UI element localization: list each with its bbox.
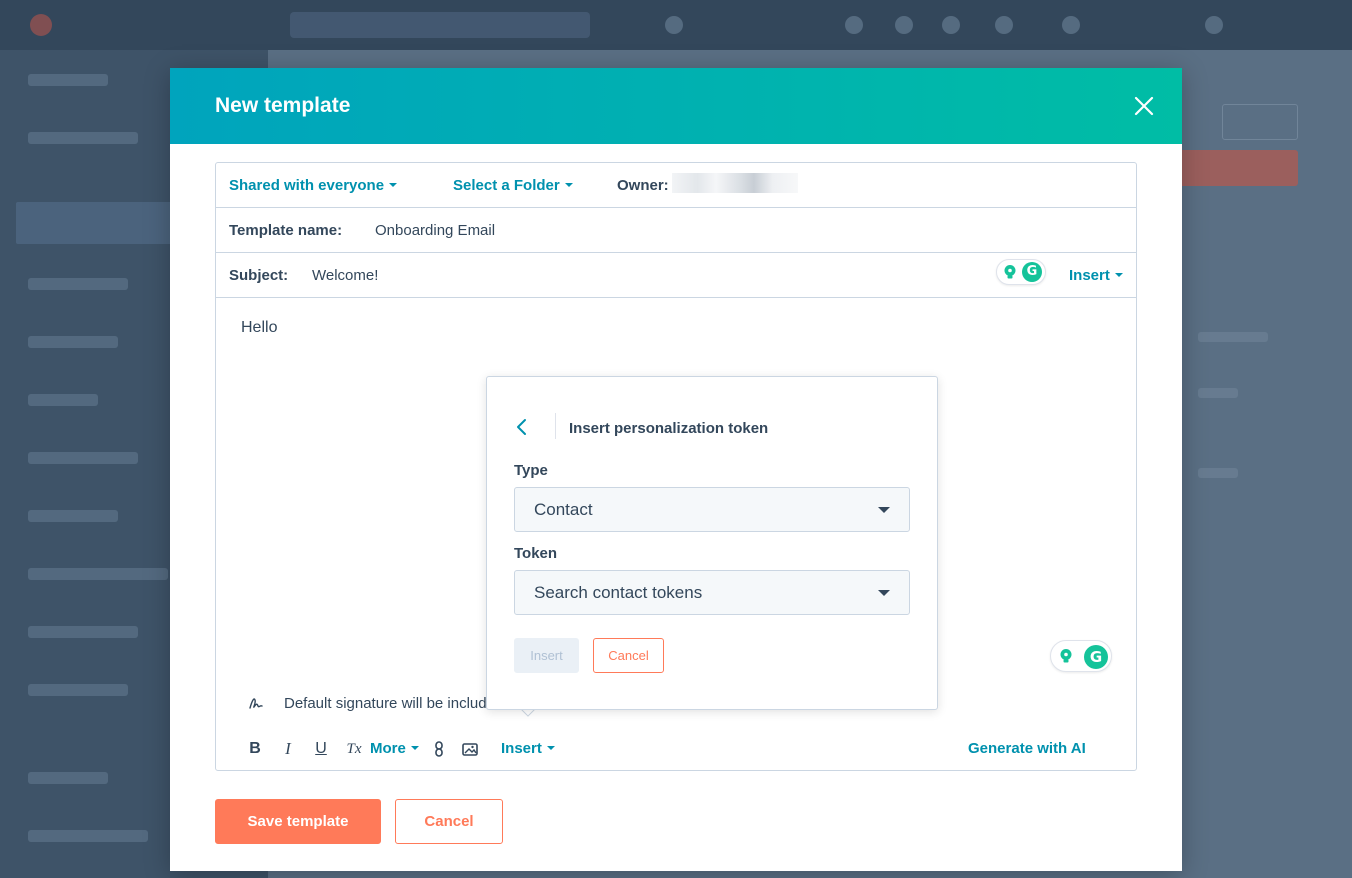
italic-button[interactable]: I	[279, 740, 297, 758]
type-select[interactable]: Contact	[514, 487, 910, 532]
body-insert-label: Insert	[501, 740, 542, 757]
subject-input[interactable]: Welcome!	[312, 267, 378, 284]
generate-with-ai-link[interactable]: Generate with AI	[968, 740, 1086, 757]
background-top-icon	[942, 16, 960, 34]
background-nav-item	[28, 684, 128, 696]
background-top-icon	[665, 16, 683, 34]
signature-notice: Default signature will be included	[284, 695, 488, 712]
background-top-icon	[1062, 16, 1080, 34]
underline-button[interactable]: U	[312, 740, 330, 758]
folder-dropdown[interactable]: Select a Folder	[453, 177, 573, 194]
template-name-input[interactable]: Onboarding Email	[375, 222, 495, 239]
image-icon	[462, 743, 478, 756]
clear-format-button[interactable]: Tx	[345, 740, 363, 758]
bold-button[interactable]: B	[246, 740, 264, 758]
link-button[interactable]	[430, 740, 448, 758]
folder-dropdown-label: Select a Folder	[453, 177, 560, 194]
background-nav-item	[28, 510, 118, 522]
save-template-button[interactable]: Save template	[215, 799, 381, 844]
background-button	[1222, 104, 1298, 140]
type-select-value: Contact	[534, 500, 593, 519]
owner-label: Owner:	[617, 177, 669, 194]
token-select[interactable]: Search contact tokens	[514, 570, 910, 615]
grammarly-widget[interactable]: G	[1050, 640, 1112, 672]
background-search-bar	[290, 12, 590, 38]
link-icon	[435, 741, 443, 757]
more-dropdown[interactable]: More	[370, 740, 419, 757]
close-button[interactable]	[1132, 94, 1156, 118]
chevron-down-icon	[389, 183, 398, 188]
close-icon	[1134, 96, 1154, 116]
chevron-down-icon	[1114, 273, 1123, 278]
subject-label: Subject:	[229, 267, 289, 284]
owner-name-redacted	[672, 173, 798, 193]
background-nav-item	[28, 452, 138, 464]
chevron-down-icon	[410, 746, 419, 751]
lightbulb-icon	[1004, 265, 1016, 279]
background-nav-item	[28, 336, 118, 348]
background-nav-item	[28, 394, 98, 406]
token-cancel-button[interactable]: Cancel	[593, 638, 664, 673]
background-nav-item	[28, 278, 128, 290]
background-nav-item	[28, 132, 138, 144]
subject-row: Subject: Welcome! G Insert	[216, 253, 1136, 298]
background-primary-button	[1176, 150, 1298, 186]
background-top-icon	[845, 16, 863, 34]
grammarly-widget[interactable]: G	[996, 259, 1046, 285]
background-top-icon	[995, 16, 1013, 34]
subject-insert-dropdown[interactable]: Insert	[1069, 267, 1123, 284]
back-button[interactable]	[514, 417, 530, 437]
signature-icon	[249, 698, 263, 709]
grammarly-icon: G	[1084, 645, 1108, 669]
modal-header: New template	[170, 68, 1182, 144]
modal-title: New template	[215, 94, 351, 117]
body-insert-dropdown[interactable]: Insert	[501, 740, 555, 757]
popover-divider	[555, 413, 556, 439]
background-top-bar	[0, 0, 1352, 50]
email-body[interactable]: Hello	[241, 319, 277, 337]
background-nav-item	[28, 74, 108, 86]
sharing-dropdown[interactable]: Shared with everyone	[229, 177, 398, 194]
background-top-icon	[895, 16, 913, 34]
caret-down-icon	[878, 507, 890, 513]
background-nav-item	[28, 626, 138, 638]
settings-row: Shared with everyone Select a Folder Own…	[216, 163, 1136, 208]
sharing-dropdown-label: Shared with everyone	[229, 177, 385, 194]
personalization-token-popover: Insert personalization token Type Contac…	[486, 376, 938, 710]
type-label: Type	[514, 462, 548, 479]
cancel-button[interactable]: Cancel	[395, 799, 503, 844]
background-nav-item	[28, 830, 148, 842]
background-nav-item	[28, 772, 108, 784]
template-name-row: Template name: Onboarding Email	[216, 208, 1136, 253]
token-label: Token	[514, 545, 558, 562]
formatting-toolbar: B I U Tx More Insert Generate with AI	[216, 728, 1136, 768]
background-logo	[30, 14, 52, 36]
subject-insert-label: Insert	[1069, 267, 1110, 284]
background-line	[1198, 332, 1268, 342]
background-nav-item	[28, 568, 168, 580]
image-button[interactable]	[461, 740, 479, 758]
grammarly-icon: G	[1022, 262, 1042, 282]
background-top-icon	[1205, 16, 1223, 34]
background-line	[1198, 388, 1238, 398]
template-name-label: Template name:	[229, 222, 343, 239]
caret-down-icon	[878, 590, 890, 596]
popover-title: Insert personalization token	[569, 420, 769, 437]
chevron-left-icon	[517, 419, 526, 435]
chevron-down-icon	[546, 746, 555, 751]
token-insert-button[interactable]: Insert	[514, 638, 579, 673]
chevron-down-icon	[564, 183, 573, 188]
token-select-placeholder: Search contact tokens	[534, 583, 703, 602]
more-dropdown-label: More	[370, 740, 406, 757]
background-line	[1198, 468, 1238, 478]
lightbulb-icon	[1060, 649, 1072, 663]
